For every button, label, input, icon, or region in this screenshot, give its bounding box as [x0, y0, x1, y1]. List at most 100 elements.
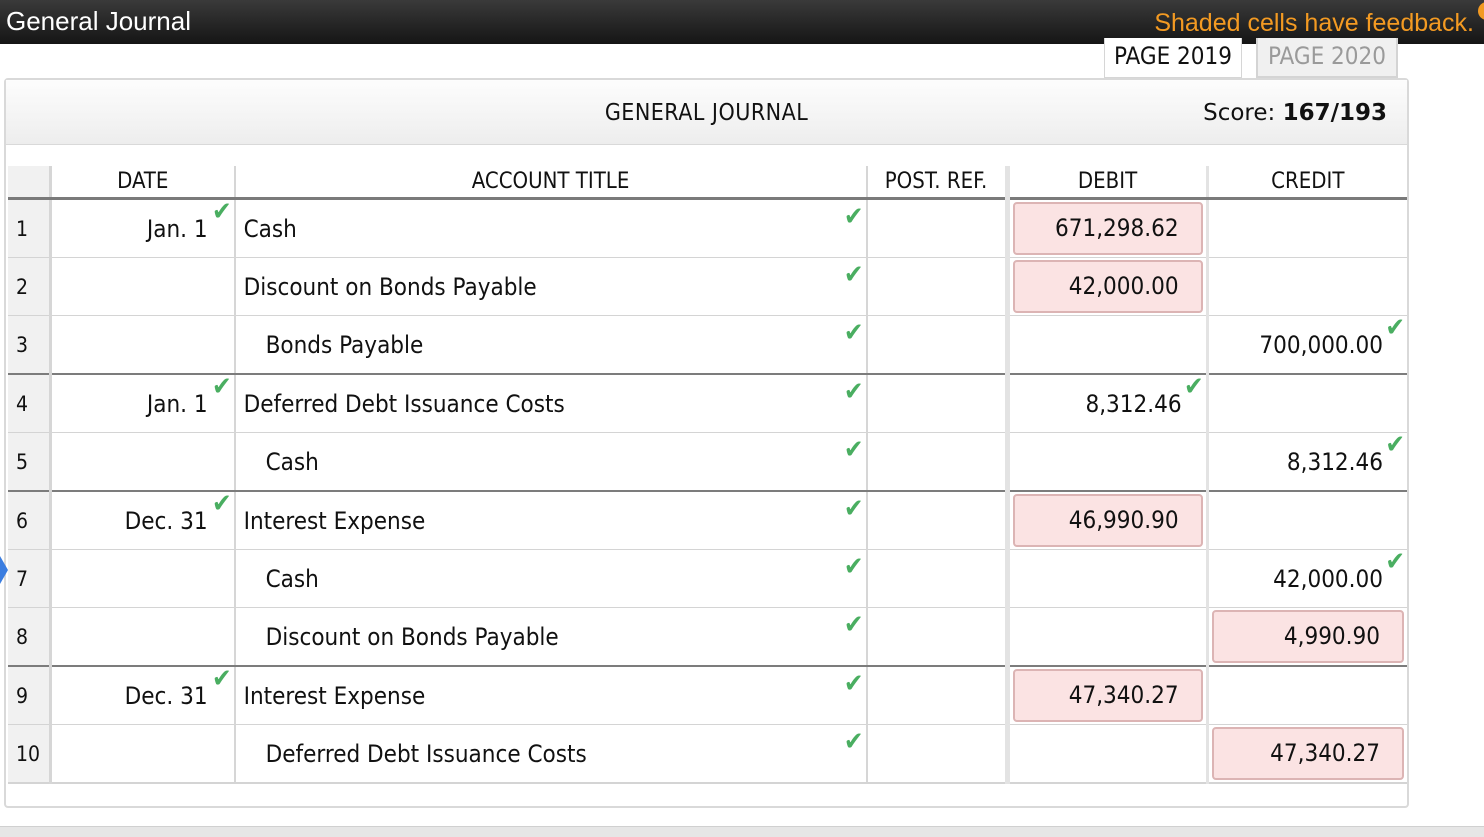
credit-feedback-cell[interactable]: 47,340.27: [1211, 727, 1404, 780]
debit-feedback-cell[interactable]: 42,000.00: [1012, 260, 1203, 313]
credit-cell[interactable]: [1207, 198, 1407, 258]
credit-cell[interactable]: [1207, 666, 1407, 725]
date-value: [208, 565, 234, 593]
debit-cell[interactable]: [1007, 432, 1209, 492]
table-row: 9 Dec. 31 ✔ Interest Expense ✔ 47,340.27: [8, 666, 1407, 725]
date-cell[interactable]: [50, 315, 236, 375]
journal-panel: GENERAL JOURNAL Score: 167/193 DATE ACCO…: [4, 78, 1409, 808]
table-row: 10 Deferred Debt Issuance Costs ✔ 47,340.27: [8, 724, 1407, 784]
account-title-column-header: ACCOUNT TITLE: [234, 166, 868, 200]
post-ref-cell[interactable]: [866, 607, 1010, 667]
account-title-cell[interactable]: Bonds Payable ✔: [234, 315, 868, 375]
account-title-value: Interest Expense: [243, 506, 426, 535]
debit-cell[interactable]: 671,298.62: [1007, 198, 1209, 258]
account-title-value: Cash: [265, 447, 319, 476]
table-row: 2 Discount on Bonds Payable ✔ 42,000.00: [8, 257, 1407, 316]
account-title-value: Cash: [265, 564, 319, 593]
bottom-bar: [0, 826, 1484, 837]
checkmark-icon: ✔: [1385, 313, 1405, 343]
row-number: 9: [8, 666, 52, 725]
account-title-cell[interactable]: Cash ✔: [234, 549, 868, 608]
table-row: 5 Cash ✔ 8,312.46 ✔: [8, 432, 1407, 492]
row-number: 2: [8, 257, 52, 316]
post-ref-cell[interactable]: [866, 724, 1010, 784]
account-title-cell[interactable]: Interest Expense ✔: [234, 491, 868, 550]
account-title-cell[interactable]: Cash ✔: [234, 432, 868, 492]
debit-cell[interactable]: [1007, 315, 1209, 375]
app-title: General Journal: [6, 6, 191, 36]
date-cell[interactable]: [50, 607, 236, 667]
post-ref-cell[interactable]: [866, 198, 1010, 258]
credit-feedback-cell[interactable]: 4,990.90: [1211, 610, 1404, 663]
debit-feedback-cell[interactable]: 671,298.62: [1012, 202, 1203, 255]
debit-feedback-cell[interactable]: 47,340.27: [1012, 669, 1203, 722]
account-title-value: Bonds Payable: [265, 330, 424, 359]
credit-value: [1383, 273, 1407, 301]
table-row: 4 Jan. 1 ✔ Deferred Debt Issuance Costs ✔ 8,3…: [8, 374, 1407, 433]
debit-cell[interactable]: [1007, 607, 1209, 667]
post-ref-cell[interactable]: [866, 257, 1010, 316]
date-cell[interactable]: Jan. 1 ✔: [50, 372, 236, 433]
debit-cell[interactable]: [1007, 724, 1209, 784]
account-title-cell[interactable]: Cash ✔: [234, 198, 868, 258]
date-value: [208, 273, 234, 301]
debit-cell[interactable]: [1007, 549, 1209, 608]
post-ref-cell[interactable]: [866, 549, 1010, 608]
date-cell[interactable]: [50, 432, 236, 492]
debit-cell[interactable]: 42,000.00: [1007, 257, 1209, 316]
account-title-cell[interactable]: Interest Expense ✔: [234, 666, 868, 725]
credit-cell[interactable]: 47,340.27: [1207, 724, 1407, 784]
row-number: 1: [8, 198, 52, 258]
score-value: 167/193: [1282, 100, 1387, 126]
credit-cell[interactable]: 700,000.00 ✔: [1207, 313, 1407, 375]
credit-cell[interactable]: 42,000.00 ✔: [1207, 549, 1407, 608]
debit-feedback-cell[interactable]: 46,990.90: [1012, 494, 1203, 547]
account-title-cell[interactable]: Deferred Debt Issuance Costs ✔: [234, 724, 868, 784]
table-row: 8 Discount on Bonds Payable ✔ 4,990.90: [8, 607, 1407, 667]
date-cell[interactable]: Dec. 31 ✔: [50, 491, 236, 550]
account-title-value: Discount on Bonds Payable: [243, 272, 537, 301]
feedback-indicator-icon[interactable]: [1478, 2, 1484, 20]
checkmark-icon: ✔: [211, 372, 232, 402]
row-number: 6: [8, 491, 52, 550]
account-title-cell[interactable]: Deferred Debt Issuance Costs ✔: [234, 374, 868, 433]
journal-header: GENERAL JOURNAL Score: 167/193: [6, 80, 1407, 145]
date-cell[interactable]: Dec. 31 ✔: [50, 666, 236, 725]
tab-page-2020[interactable]: PAGE 2020: [1256, 38, 1398, 78]
credit-cell[interactable]: 8,312.46 ✔: [1207, 432, 1407, 492]
journal-title: GENERAL JOURNAL: [604, 100, 809, 126]
post-ref-cell[interactable]: [866, 432, 1010, 492]
checkmark-icon: ✔: [843, 494, 864, 524]
credit-cell[interactable]: [1207, 491, 1407, 550]
date-cell[interactable]: Jan. 1 ✔: [50, 198, 236, 258]
debit-value: [1182, 331, 1206, 359]
debit-cell[interactable]: 8,312.46 ✔: [1007, 372, 1209, 433]
credit-value: [1383, 215, 1407, 243]
debit-cell[interactable]: 47,340.27: [1007, 666, 1209, 725]
credit-cell[interactable]: [1207, 257, 1407, 316]
date-value: [208, 623, 234, 651]
score-label: Score:: [1203, 100, 1276, 126]
date-cell[interactable]: [50, 257, 236, 316]
date-cell[interactable]: [50, 724, 236, 784]
date-value: [208, 448, 234, 476]
tab-page-2019[interactable]: PAGE 2019: [1104, 38, 1242, 78]
post-ref-cell[interactable]: [866, 491, 1010, 550]
credit-cell[interactable]: [1207, 374, 1407, 433]
post-ref-cell[interactable]: [866, 666, 1010, 725]
post-ref-cell[interactable]: [866, 315, 1010, 375]
account-title-cell[interactable]: Discount on Bonds Payable ✔: [234, 257, 868, 316]
debit-value: [1182, 448, 1206, 476]
current-row-arrow-icon: [0, 556, 8, 584]
table-row: 1 Jan. 1 ✔ Cash ✔ 671,298.62: [8, 198, 1407, 258]
credit-cell[interactable]: 4,990.90: [1207, 607, 1407, 667]
checkmark-icon: ✔: [1183, 372, 1204, 402]
checkmark-icon: ✔: [843, 318, 864, 348]
date-cell[interactable]: [50, 549, 236, 608]
debit-column-header: DEBIT: [1007, 166, 1209, 200]
debit-cell[interactable]: 46,990.90: [1007, 491, 1209, 550]
post-ref-cell[interactable]: [866, 374, 1010, 433]
account-title-cell[interactable]: Discount on Bonds Payable ✔: [234, 607, 868, 667]
credit-value: [1383, 390, 1407, 418]
debit-value: [1182, 623, 1206, 651]
